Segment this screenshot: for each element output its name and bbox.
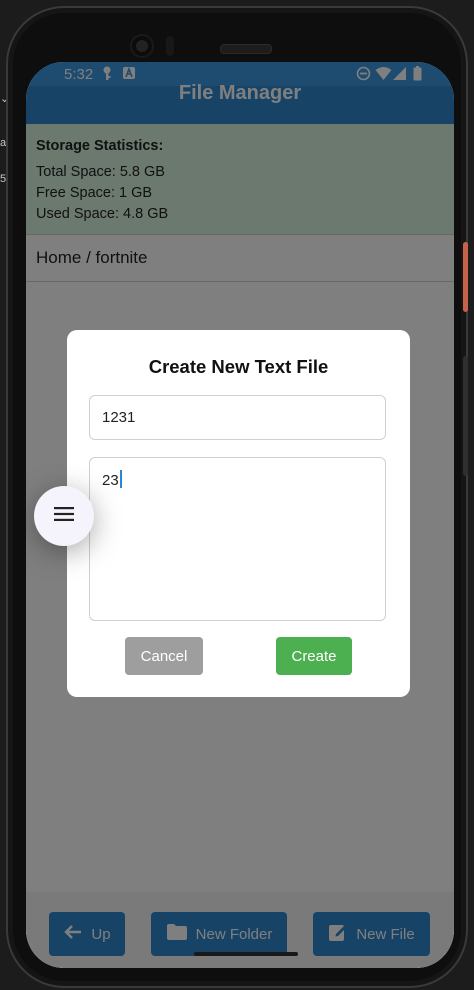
file-name-value: 1231 — [102, 409, 136, 426]
create-text-file-dialog: Create New Text File 1231 23 Cancel Crea… — [67, 330, 410, 697]
file-content-textarea[interactable]: 23 — [89, 457, 386, 621]
floating-menu-button[interactable] — [34, 486, 94, 546]
text-caret — [119, 470, 122, 488]
create-button[interactable]: Create — [276, 637, 352, 675]
volume-button — [463, 356, 468, 476]
cancel-button[interactable]: Cancel — [125, 637, 203, 675]
earpiece-speaker — [220, 44, 272, 54]
dialog-title: Create New Text File — [148, 356, 329, 377]
menu-icon — [54, 506, 74, 526]
sensor — [166, 36, 174, 56]
file-content-value: 23 — [102, 472, 119, 489]
power-button — [463, 242, 468, 312]
front-camera — [132, 36, 152, 56]
file-name-input[interactable]: 1231 — [89, 395, 386, 440]
device-screen: 5:32 File Manager Storage Statistics: To… — [26, 62, 454, 968]
